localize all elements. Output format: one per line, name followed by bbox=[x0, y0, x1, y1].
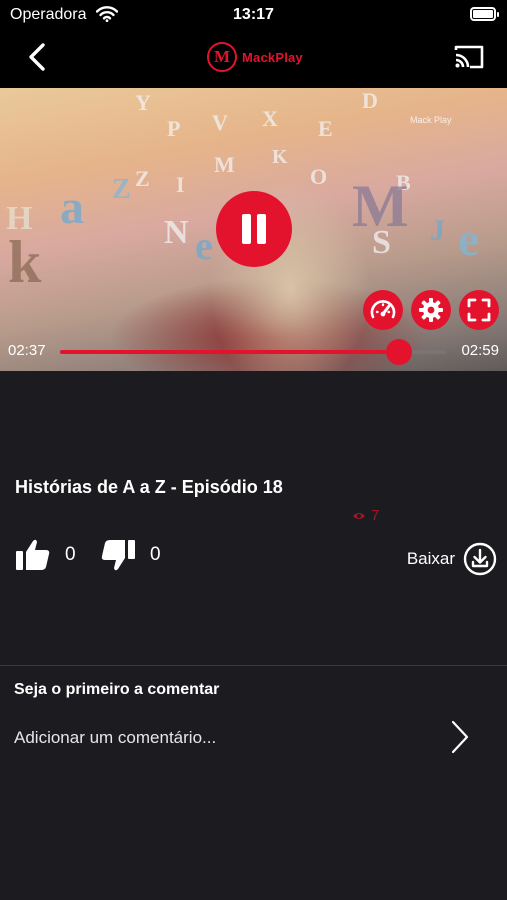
pause-icon bbox=[242, 214, 266, 244]
logo-text: MackPlay bbox=[242, 49, 303, 65]
like-button[interactable]: 0 bbox=[15, 538, 76, 572]
video-scene-letter: X bbox=[262, 106, 278, 131]
cast-button[interactable] bbox=[453, 44, 485, 70]
video-scene-letter: J bbox=[430, 214, 445, 247]
pause-button[interactable] bbox=[216, 191, 292, 267]
chevron-right-icon bbox=[451, 720, 469, 754]
current-time: 02:37 bbox=[8, 342, 46, 359]
dislike-count: 0 bbox=[150, 544, 161, 565]
status-bar: Operadora 13:17 bbox=[0, 0, 507, 30]
video-scene-letter: I bbox=[176, 172, 185, 197]
app-logo: M MackPlay bbox=[207, 42, 303, 72]
seek-bar-played bbox=[60, 350, 399, 354]
thumbs-down-icon bbox=[101, 540, 135, 571]
speed-gauge-icon bbox=[370, 300, 396, 319]
view-count: 7 bbox=[352, 507, 379, 524]
back-arrow-icon bbox=[29, 43, 45, 71]
playback-speed-button[interactable] bbox=[363, 290, 403, 330]
section-divider bbox=[0, 665, 507, 666]
video-watermark: Mack Play bbox=[410, 115, 452, 125]
seek-bar[interactable] bbox=[60, 339, 446, 365]
view-count-value: 7 bbox=[371, 507, 380, 524]
logo-mark: M bbox=[207, 42, 237, 72]
comment-placeholder: Adicionar um comentário... bbox=[14, 728, 217, 747]
video-scene-letter: V bbox=[212, 110, 228, 135]
dislike-button[interactable]: 0 bbox=[100, 538, 161, 572]
video-title: Histórias de A a Z - Episódio 18 bbox=[15, 477, 283, 497]
top-bar: Operadora 13:17 M MackPlay bbox=[0, 0, 507, 88]
video-scene-letter: S bbox=[372, 224, 391, 261]
video-scene-letter: e bbox=[195, 223, 213, 268]
video-scene-letter: O bbox=[310, 164, 328, 189]
video-scene-letter: Z bbox=[112, 174, 131, 205]
fullscreen-icon bbox=[467, 298, 491, 322]
back-button[interactable] bbox=[24, 42, 50, 72]
cast-icon bbox=[454, 45, 484, 69]
download-button[interactable]: Baixar bbox=[407, 542, 497, 576]
video-scene-letter: k bbox=[8, 229, 42, 295]
video-scene-letter: D bbox=[362, 88, 378, 113]
video-scene-letter: N bbox=[164, 214, 189, 251]
download-label: Baixar bbox=[406, 549, 455, 568]
video-scene-letter: E bbox=[318, 116, 333, 141]
seek-handle[interactable] bbox=[385, 339, 412, 365]
eye-icon bbox=[353, 512, 365, 519]
battery-icon bbox=[470, 7, 499, 21]
total-duration: 02:59 bbox=[461, 342, 499, 359]
add-comment-field[interactable]: Adicionar um comentário... bbox=[14, 718, 494, 758]
video-scene-letter: Z bbox=[135, 166, 150, 191]
video-scene-letter: K bbox=[272, 146, 288, 168]
video-scene-letter: P bbox=[167, 116, 181, 141]
video-scene-letter: a bbox=[60, 181, 84, 234]
video-player[interactable]: Y P V X E D M K Z I O B Z a H k N M S e … bbox=[0, 88, 507, 371]
video-scene-letter: Y bbox=[135, 90, 151, 115]
comments-heading: Seja o primeiro a comentar bbox=[14, 681, 220, 698]
gear-icon bbox=[419, 298, 443, 322]
video-scene-letter: M bbox=[214, 152, 235, 177]
video-scene-letter: e bbox=[458, 213, 480, 266]
status-time: 13:17 bbox=[233, 6, 274, 23]
settings-button[interactable] bbox=[411, 290, 451, 330]
download-icon bbox=[463, 542, 497, 576]
thumbs-up-icon bbox=[16, 539, 50, 570]
open-comments-button[interactable] bbox=[449, 720, 471, 754]
fullscreen-button[interactable] bbox=[459, 290, 499, 330]
like-count: 0 bbox=[65, 544, 76, 565]
